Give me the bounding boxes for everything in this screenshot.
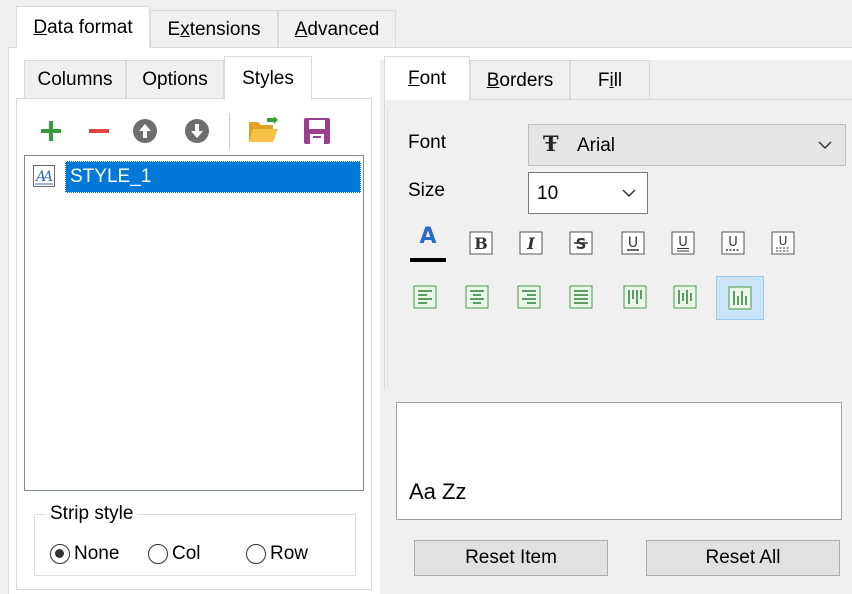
svg-text:S: S [576,235,587,253]
svg-text:U: U [628,235,638,251]
valign-top-icon [623,285,647,309]
arrow-down-circle-icon [185,119,209,143]
move-up-button[interactable] [130,116,160,146]
tab-borders[interactable]: Borders [470,60,570,100]
font-select-value: Arial [577,135,616,156]
tab-font[interactable]: Font [384,56,470,100]
tab-fill[interactable]: Fill [570,60,650,100]
save-icon [304,118,330,144]
align-left-button[interactable] [410,282,440,312]
accounting-underline-button[interactable]: U [718,228,748,258]
tab-advanced-label: Advanced [294,18,380,40]
list-item-label: STYLE_1 [70,166,152,187]
save-style-button[interactable] [300,114,334,148]
reset-all-label: Reset All [705,547,781,568]
truetype-icon: Ŧ [543,131,559,156]
styles-list[interactable]: AA STYLE_1 [24,155,364,491]
strikeout-button[interactable]: S [566,228,596,258]
svg-text:U: U [678,235,688,250]
align-center-button[interactable] [462,282,492,312]
valign-center-button[interactable] [670,282,700,312]
chevron-down-icon [818,141,832,150]
toolbar-separator [229,113,230,149]
reset-all-button[interactable]: Reset All [646,540,840,576]
move-down-button[interactable] [182,116,212,146]
tab-options-label: Options [142,68,208,90]
add-style-button[interactable] [36,116,66,146]
arrow-up-circle-icon [133,119,157,143]
align-justify-button[interactable] [566,282,596,312]
size-select[interactable]: 10 [528,172,648,214]
radio-button[interactable] [148,544,168,564]
font-select[interactable]: Ŧ Arial [528,124,846,166]
tab-fill-label: Fill [597,69,623,91]
tab-advanced[interactable]: Advanced [278,10,396,48]
minus-icon [89,129,109,133]
strikeout-icon: S [569,231,593,255]
radio-button[interactable] [50,544,70,564]
list-item-selection: STYLE_1 [65,161,361,193]
double-underline-button[interactable]: U [668,228,698,258]
size-select-value: 10 [537,183,559,204]
preview-box: Aa Zz [396,402,842,520]
accounting-underline-icon: U [721,231,745,255]
strip-radio-row[interactable]: Row [246,542,308,566]
align-left-icon [413,285,437,309]
underline-button[interactable]: U [618,228,648,258]
valign-bottom-icon [728,286,752,310]
valign-center-icon [673,285,697,309]
align-center-icon [465,285,489,309]
tab-columns-label: Columns [37,68,113,90]
reset-item-button[interactable]: Reset Item [414,540,608,576]
strip-radio-none[interactable]: None [50,542,119,566]
align-justify-icon [569,285,593,309]
reset-item-label: Reset Item [465,547,557,568]
italic-icon: I [519,231,543,255]
tab-data-format-label: Data format [33,16,133,38]
strip-style-title: Strip style [46,503,138,525]
plus-icon [41,121,61,141]
double-underline-icon: U [671,231,695,255]
tab-borders-label: Borders [486,69,554,91]
font-color-button[interactable]: A [410,222,446,264]
underline-icon: U [621,231,645,255]
svg-text:U: U [728,235,738,250]
strip-radio-col[interactable]: Col [148,542,201,566]
italic-button[interactable]: I [516,228,546,258]
font-label: Font [408,132,447,153]
preview-sample-text: Aa Zz [409,479,467,504]
svg-text:U: U [779,234,788,248]
svg-text:A: A [41,169,53,185]
chevron-down-icon [622,189,636,198]
style-icon: AA [33,165,55,187]
double-accounting-underline-icon: U [771,231,795,255]
tab-extensions-label: Extensions [167,18,261,40]
svg-text:I: I [526,234,535,253]
font-color-icon: A [419,224,437,249]
folder-open-icon [249,116,278,142]
list-item[interactable]: AA STYLE_1 [27,159,361,193]
bold-icon: B [469,231,493,255]
radio-button[interactable] [246,544,266,564]
tab-styles[interactable]: Styles [224,56,312,100]
tab-font-label: Font [407,67,447,89]
open-style-button[interactable] [246,114,280,148]
svg-text:B: B [474,234,488,253]
tab-options[interactable]: Options [126,60,224,98]
align-right-button[interactable] [514,282,544,312]
valign-top-button[interactable] [620,282,650,312]
double-accounting-underline-button[interactable]: U [768,228,798,258]
tab-columns[interactable]: Columns [24,60,126,98]
align-right-icon [517,285,541,309]
valign-bottom-button[interactable] [716,276,764,320]
tab-data-format[interactable]: Data format [16,6,150,48]
tab-extensions[interactable]: Extensions [150,10,278,48]
bold-button[interactable]: B [466,228,496,258]
font-color-swatch [410,258,446,262]
size-label: Size [408,180,445,201]
remove-style-button[interactable] [84,116,114,146]
tab-styles-label: Styles [242,67,294,89]
